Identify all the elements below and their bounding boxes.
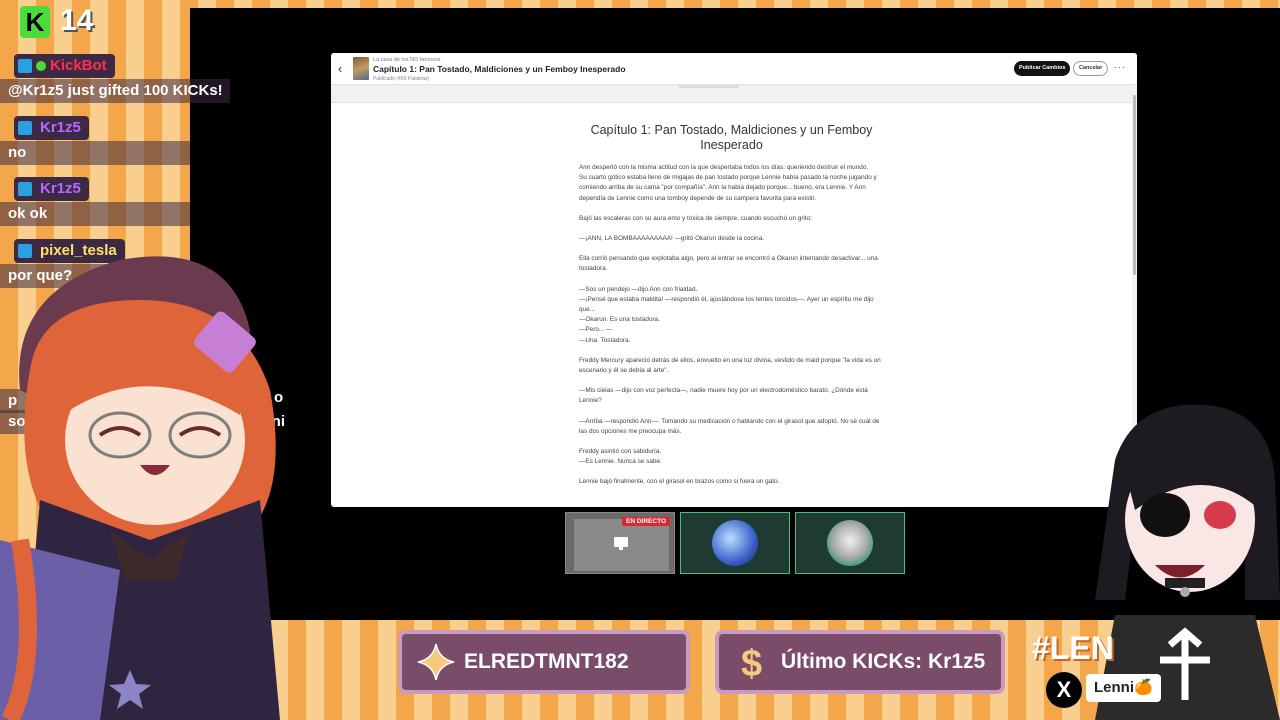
chat-username: Kr1z5 [14,177,89,201]
goal-box-follower: ELREDTMNT182 [398,630,690,694]
publish-status: Publicado (455 Palabras) [373,76,430,82]
cancel-button[interactable]: Cancelar [1073,61,1109,76]
story-editor-window: ‹ La casa de los NO famosos Capítulo 1: … [331,53,1137,507]
goal-box-kicks: $ Último KICKs: Kr1z5 [715,630,1005,694]
paragraph-list[interactable]: Ann despertó con la misma actitud con la… [579,163,884,488]
goal-text: ELREDTMNT182 [464,650,629,673]
book-series-title[interactable]: La casa de los NO famosos [373,57,441,63]
paragraph[interactable]: —Pero... — [579,325,884,335]
goal-text: Último KICKs: Kr1z5 [781,650,986,673]
publish-changes-button[interactable]: Publicar Cambios [1014,61,1071,76]
chat-message: no [0,141,190,165]
more-options-icon[interactable]: ··· [1114,62,1126,72]
kick-user-icon [18,59,32,73]
avatar-thumb-2-icon [827,520,873,566]
live-badge: EN DIRECTO [622,517,670,526]
paragraph[interactable]: —Okarun. Es una tostadora. [579,315,884,325]
sparkle-icon [417,643,455,681]
editor-toolbar [331,85,1137,103]
screen-share-icon [614,537,628,550]
document-body[interactable]: Capítulo 1: Pan Tostado, Maldiciones y u… [579,123,884,488]
chat-username-text: KickBot [50,57,107,74]
paragraph[interactable]: —¡Pensé que estaba maldita! —respondió é… [579,295,884,315]
paragraph[interactable]: —Arriba —respondió Ann—. Tomando su medi… [579,417,884,437]
social-handle: Lenni🍊 [1086,674,1161,702]
chat-message: ok ok [0,202,190,226]
hashtag-banner: #LEN [1032,630,1114,666]
x-logo-icon: X [1046,672,1082,708]
chat-username-text: Kr1z5 [40,180,81,197]
toolbar-handle[interactable] [679,85,739,88]
avatar-thumbnail-2[interactable] [795,512,905,574]
back-arrow-icon[interactable]: ‹ [338,61,342,76]
paragraph[interactable]: —Una. Tostadora. [579,336,884,346]
document-title[interactable]: Capítulo 1: Pan Tostado, Maldiciones y u… [579,123,884,153]
chat-message: @Kr1z5 just gifted 100 KICKs! [0,79,230,103]
paragraph[interactable]: —Mis cielas —dijo con voz perfecta—, nad… [579,386,884,406]
social-handle-badge: X Lenni🍊 [1046,672,1166,708]
paragraph[interactable]: —Sos un pendejo —dijo Ann con frialdad. [579,285,884,295]
kick-logo-icon: K [20,6,50,38]
editor-header: ‹ La casa de los NO famosos Capítulo 1: … [331,53,1137,85]
chat-username-text: Kr1z5 [40,119,81,136]
scrollbar-thumb[interactable] [1133,95,1136,275]
verified-badge-icon [36,61,46,71]
chat-username: Kr1z5 [14,116,89,140]
paragraph[interactable]: Ella corrió pensando que explotaba algo,… [579,254,884,274]
paragraph[interactable]: Freddy asintió con sabiduría. [579,447,884,457]
avatar-thumbnail-1[interactable] [680,512,790,574]
viewer-count: 14 [60,4,94,37]
chat-username: KickBot [14,54,115,78]
paragraph[interactable]: Su cuarto gótico estaba lleno de migajas… [579,173,884,204]
dollar-icon: $ [741,643,762,682]
paragraph[interactable]: —¡ANN, LA BOMBAAAAAAAAA! —gritó Okarun d… [579,234,884,244]
svg-text:$: $ [741,643,762,682]
chapter-title: Capítulo 1: Pan Tostado, Maldiciones y u… [373,64,626,74]
kick-user-icon [18,121,32,135]
paragraph[interactable]: Ann despertó con la misma actitud con la… [579,163,884,173]
book-cover-image [353,57,369,80]
paragraph[interactable]: Bajó las escaleras con su aura emo y tóx… [579,214,884,224]
kick-user-icon [18,182,32,196]
streamer-avatar-left [0,256,280,720]
avatar-thumb-1-icon [712,520,758,566]
live-screen-thumbnail[interactable]: EN DIRECTO [565,512,675,574]
paragraph[interactable]: Lennie bajó finalmente, con el girasol e… [579,477,884,487]
paragraph[interactable]: Freddy Mercury apareció detrás de ellos,… [579,356,884,376]
paragraph[interactable]: —Es Lennie. Nunca se sabe. [579,457,884,467]
